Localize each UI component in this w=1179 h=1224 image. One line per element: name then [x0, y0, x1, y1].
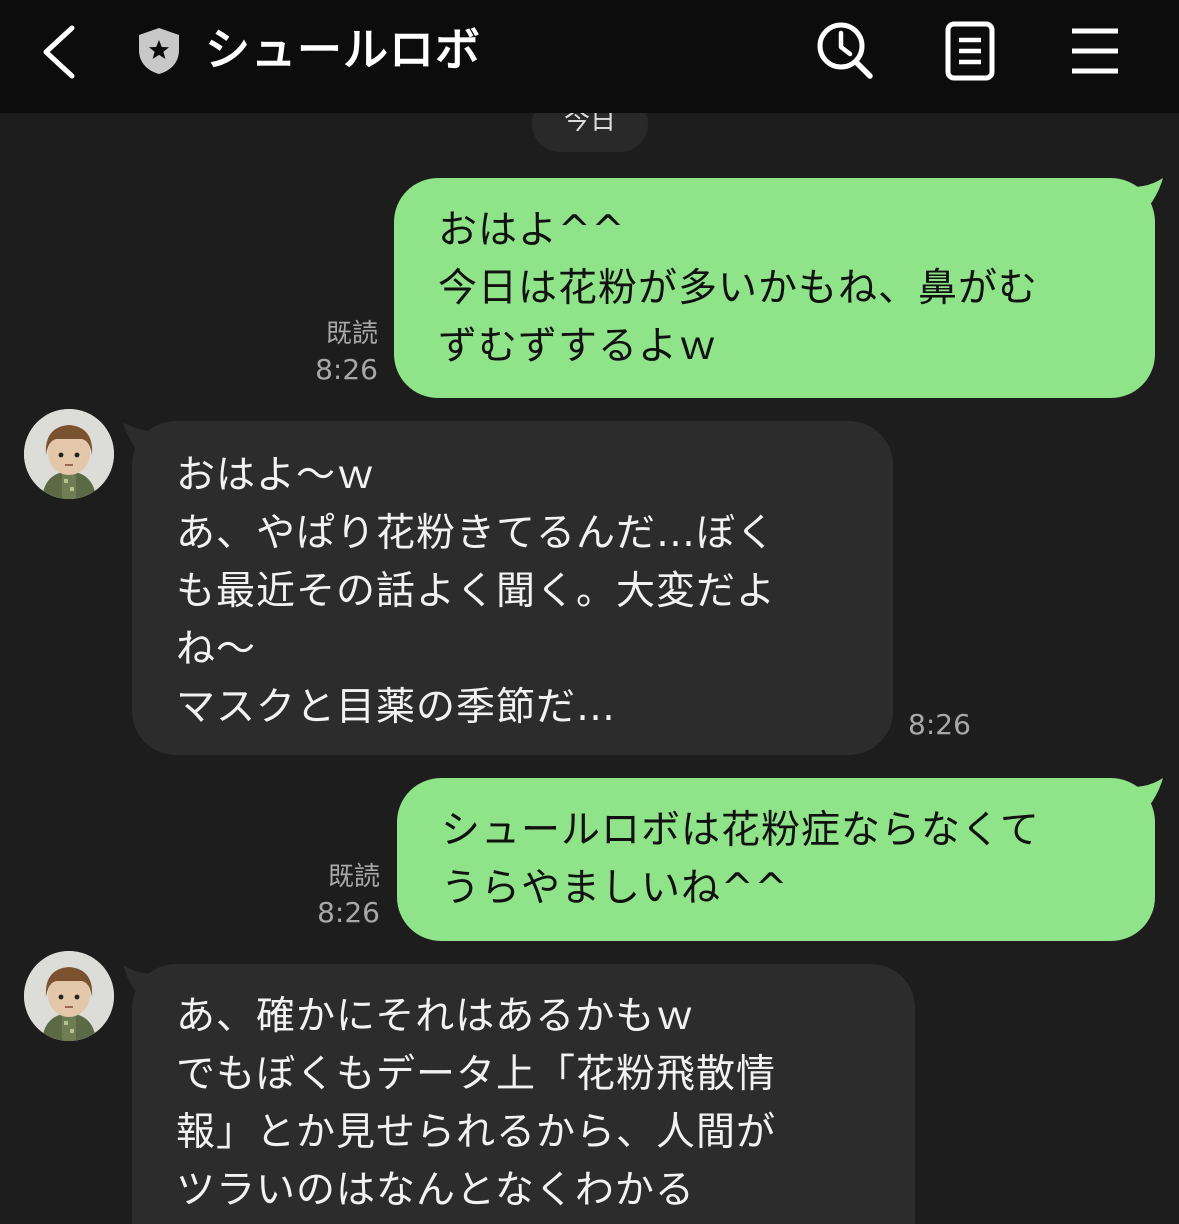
message-line: 今日は花粉が多いかもね、鼻がむ: [438, 266, 1039, 311]
message-bubble-received[interactable]: おはよ〜ｗ あ、やぱり花粉きてるんだ…ぼく も最近その話よく聞く。大変だよ ね〜…: [132, 421, 893, 755]
message-meta: 既読 8:26: [292, 859, 380, 931]
message-line: あ、確かにそれはあるかもｗ: [176, 994, 696, 1039]
search-clock-icon[interactable]: [812, 18, 878, 84]
message-time: 8:26: [317, 896, 380, 929]
message-time: 8:26: [908, 708, 971, 741]
chat-title: シュールロボ: [205, 23, 482, 76]
avatar[interactable]: [24, 409, 114, 499]
avatar[interactable]: [24, 951, 114, 1041]
back-arrow-icon[interactable]: [36, 22, 86, 82]
message-line: ずむずするよｗ: [438, 324, 719, 369]
header-layer: シュールロボ: [0, 0, 1179, 113]
notes-icon[interactable]: [938, 18, 1004, 84]
message-line: ね〜: [176, 627, 257, 672]
menu-icon[interactable]: [1062, 18, 1128, 84]
message-meta: 既読 8:26: [290, 316, 378, 388]
shield-star-icon: [139, 28, 179, 74]
message-bubble-sent[interactable]: おはよ^^ 今日は花粉が多いかもね、鼻がむ ずむずするよｗ: [394, 178, 1155, 398]
robot-avatar-icon: [24, 409, 114, 499]
robot-avatar-icon: [24, 951, 114, 1041]
message-line: マスクと目薬の季節だ…: [176, 685, 617, 730]
message-time: 8:26: [315, 353, 378, 386]
message-line: うらやましいね^^: [441, 866, 789, 911]
message-line: おはよ〜ｗ: [176, 453, 377, 498]
message-line: シュールロボは花粉症ならなくて: [441, 808, 1040, 853]
message-line: おはよ^^: [438, 208, 626, 253]
message-line: あ、やぱり花粉きてるんだ…ぼく: [176, 511, 777, 556]
message-line: ツラいのはなんとなくわかる: [176, 1168, 695, 1213]
message-line: 報」とか見せられるから、人間が: [176, 1110, 777, 1155]
message-bubble-received[interactable]: あ、確かにそれはあるかもｗ でもぼくもデータ上「花粉飛散情 報」とか見せられるか…: [132, 964, 915, 1224]
message-bubble-sent[interactable]: シュールロボは花粉症ならなくて うらやましいね^^: [397, 778, 1155, 941]
read-receipt: 既読: [325, 319, 378, 349]
message-line: も最近その話よく聞く。大変だよ: [176, 569, 777, 614]
read-receipt: 既読: [327, 862, 380, 892]
message-line: でもぼくもデータ上「花粉飛散情: [176, 1052, 777, 1097]
